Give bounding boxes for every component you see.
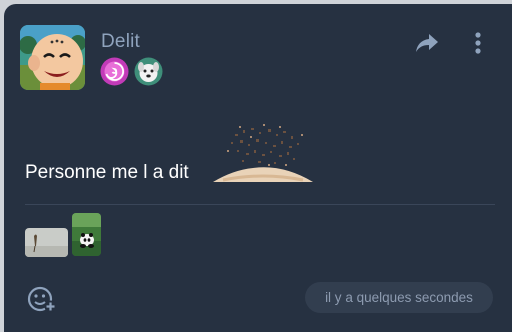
- post-message: Personne me l a dit: [25, 162, 189, 183]
- bird-photo-thumbnail[interactable]: [25, 228, 68, 257]
- user-avatar[interactable]: [20, 25, 85, 90]
- add-reaction-button[interactable]: [26, 284, 58, 314]
- panda-photo-thumbnail[interactable]: [72, 213, 101, 256]
- add-emoji-icon: [27, 286, 57, 313]
- more-options-button[interactable]: [468, 30, 488, 56]
- share-button[interactable]: [413, 30, 441, 56]
- author-name[interactable]: Delit: [101, 31, 140, 53]
- vertical-dots-icon: [475, 32, 481, 54]
- timestamp: il y a quelques secondes: [305, 282, 493, 313]
- inline-sticker-image: [213, 120, 313, 184]
- dog-face-badge[interactable]: [134, 57, 163, 86]
- share-arrow-icon: [416, 34, 438, 52]
- post-card: Delit Personne me l a dit il y a quelque…: [4, 4, 512, 332]
- purple-swirl-badge[interactable]: [100, 57, 129, 86]
- divider: [25, 204, 495, 205]
